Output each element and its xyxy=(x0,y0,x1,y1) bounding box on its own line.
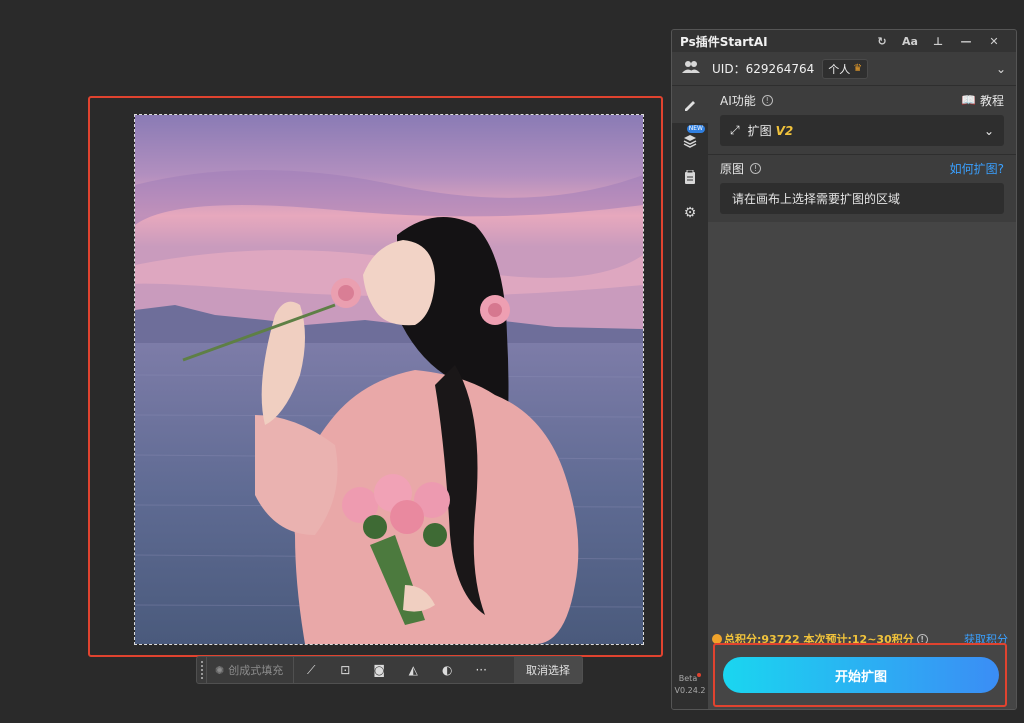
beta-label: Beta xyxy=(678,674,698,683)
tutorial-link[interactable]: 📖 教程 xyxy=(961,92,1004,109)
source-image-header: 原图 ! 如何扩图? xyxy=(708,155,1016,181)
ai-function-selected: 扩图 xyxy=(747,124,772,138)
select-subject-icon[interactable]: ⟋ xyxy=(294,657,328,683)
transform-selection-icon[interactable]: ⊡ xyxy=(328,657,362,683)
plan-badge: 个人 ♛ xyxy=(822,58,869,79)
panel-lower-area: 总积分:93722 本次预计:12~30积分 ! 获取积分 开始扩图 xyxy=(708,222,1016,709)
refresh-icon[interactable]: ↻ xyxy=(868,35,896,48)
users-icon xyxy=(682,60,700,77)
user-uid: UID：629264764 xyxy=(712,62,815,76)
adjustment-icon[interactable]: ◐ xyxy=(430,657,464,683)
tutorial-label: 教程 xyxy=(979,93,1004,108)
close-icon[interactable]: ✕ xyxy=(980,35,1008,48)
start-expand-button[interactable]: 开始扩图 xyxy=(723,657,999,693)
chevron-down-icon: ⌄ xyxy=(983,123,994,138)
expand-icon: ⤢ xyxy=(730,123,740,137)
fill-bucket-icon[interactable]: ◭ xyxy=(396,657,430,683)
canvas-image-woman-with-roses[interactable] xyxy=(134,114,644,645)
edit-icon xyxy=(685,101,695,111)
contextual-task-bar: ✺ 创成式填充 ⟋ ⊡ ◙ ◭ ◐ ··· 取消选择 xyxy=(196,656,583,684)
source-image-label: 原图 xyxy=(720,161,745,176)
panel-titlebar[interactable]: Ps插件StartAI ↻ Aa ⊥ — ✕ xyxy=(672,30,1016,52)
ai-function-label: AI功能 xyxy=(720,93,756,108)
user-bar: UID：629264764 个人 ♛ ⌄ xyxy=(672,52,1016,86)
sidebar-item-layers[interactable]: NEW xyxy=(672,123,708,159)
mask-icon[interactable]: ◙ xyxy=(362,657,396,683)
more-options-icon[interactable]: ··· xyxy=(464,657,498,683)
generative-fill-label: 创成式填充 xyxy=(228,664,284,677)
drag-handle[interactable] xyxy=(197,657,207,683)
sidebar-item-clipboard[interactable] xyxy=(672,159,708,195)
sidebar-item-edit[interactable] xyxy=(672,87,708,123)
panel-sidebar: NEW ⚙ Beta V0.24.2 xyxy=(672,87,708,709)
plan-label: 个人 xyxy=(828,62,851,76)
ai-function-version: V2 xyxy=(775,123,794,138)
startai-plugin-panel: Ps插件StartAI ↻ Aa ⊥ — ✕ UID：629264764 个人 … xyxy=(671,29,1017,710)
book-icon: 📖 xyxy=(961,93,976,107)
panel-main: AI功能 ! 📖 教程 ⤢ 扩图 V2 ⌄ 原图 ! 如何扩图? 请在画布上选择… xyxy=(708,87,1016,709)
pin-icon[interactable]: ⊥ xyxy=(924,35,952,48)
ai-function-header: AI功能 ! 📖 教程 xyxy=(708,87,1016,113)
source-image-hint: 请在画布上选择需要扩图的区域 xyxy=(720,183,1004,214)
info-icon[interactable]: ! xyxy=(761,94,773,106)
layers-icon xyxy=(683,135,697,148)
info-icon[interactable]: ! xyxy=(750,162,762,174)
generative-fill-button[interactable]: ✺ 创成式填充 xyxy=(207,657,295,683)
settings-gear-icon: ⚙ xyxy=(683,205,697,221)
minimize-icon[interactable]: — xyxy=(952,35,980,48)
panel-title: Ps插件StartAI xyxy=(680,34,768,49)
new-badge: NEW xyxy=(686,125,705,133)
chevron-down-icon[interactable]: ⌄ xyxy=(996,62,1006,76)
start-button-highlight: 开始扩图 xyxy=(713,643,1007,707)
sidebar-item-settings[interactable]: ⚙ xyxy=(672,195,708,231)
clipboard-icon xyxy=(685,170,695,184)
font-size-icon[interactable]: Aa xyxy=(896,35,924,48)
generative-fill-icon: ✺ xyxy=(215,663,225,677)
version-info: Beta V0.24.2 xyxy=(672,673,708,697)
deselect-button[interactable]: 取消选择 xyxy=(514,657,582,683)
ai-function-select[interactable]: ⤢ 扩图 V2 ⌄ xyxy=(720,115,1004,146)
version-label: V0.24.2 xyxy=(674,686,706,695)
how-to-expand-link[interactable]: 如何扩图? xyxy=(950,160,1004,177)
crown-icon: ♛ xyxy=(853,63,863,74)
